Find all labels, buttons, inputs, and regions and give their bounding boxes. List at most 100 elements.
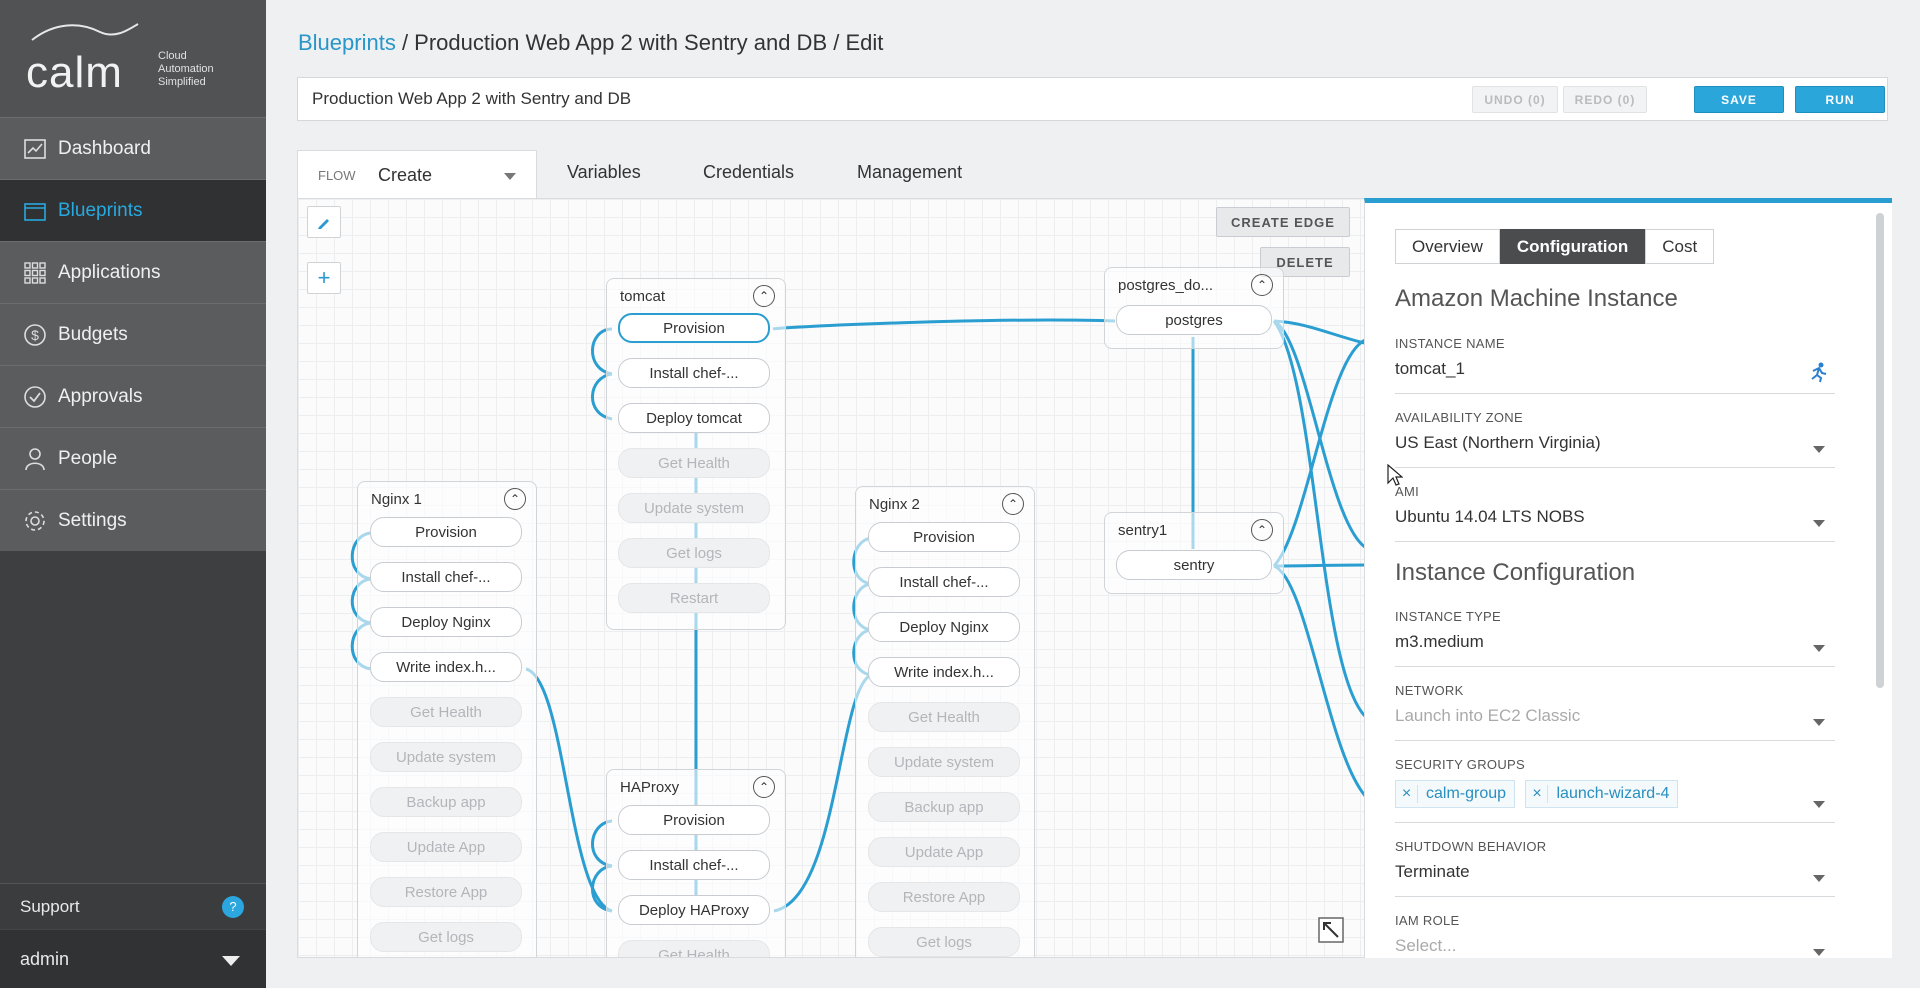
shutdown-behavior-select[interactable]: SHUTDOWN BEHAVIOR Terminate bbox=[1395, 839, 1835, 897]
action-nginx1-install-chef[interactable]: Install chef-... bbox=[370, 562, 522, 592]
action-tomcat-get-logs[interactable]: Get logs bbox=[618, 538, 770, 568]
instance-name-field[interactable]: INSTANCE NAME tomcat_1 bbox=[1395, 336, 1835, 394]
action-nginx2-backup-app[interactable]: Backup app bbox=[868, 792, 1020, 822]
action-haproxy-get-health[interactable]: Get Health bbox=[618, 940, 770, 957]
sidebar-item-blueprints[interactable]: Blueprints bbox=[0, 179, 266, 241]
running-person-icon[interactable] bbox=[1807, 361, 1829, 383]
sidebar-item-people[interactable]: People bbox=[0, 427, 266, 489]
pencil-icon[interactable] bbox=[307, 206, 341, 238]
action-tomcat-update-system[interactable]: Update system bbox=[618, 493, 770, 523]
tab-cost[interactable]: Cost bbox=[1645, 229, 1715, 264]
blueprint-icon bbox=[22, 198, 48, 224]
save-button[interactable]: SAVE bbox=[1694, 86, 1784, 113]
iam-role-select[interactable]: IAM ROLE Select... bbox=[1395, 913, 1835, 958]
undo-button[interactable]: UNDO (0) bbox=[1472, 86, 1558, 113]
flow-select[interactable]: FLOW Create bbox=[297, 150, 537, 199]
security-groups-select[interactable]: SECURITY GROUPS × calm-group × launch-wiza… bbox=[1395, 757, 1835, 823]
breadcrumb-blueprints-link[interactable]: Blueprints bbox=[298, 30, 396, 55]
sidebar-item-label: Settings bbox=[58, 509, 127, 531]
action-nginx2-restore-app[interactable]: Restore App bbox=[868, 882, 1020, 912]
redo-button[interactable]: REDO (0) bbox=[1563, 86, 1647, 113]
remove-icon[interactable]: × bbox=[1526, 785, 1549, 803]
action-nginx1-restore-app[interactable]: Restore App bbox=[370, 877, 522, 907]
run-button[interactable]: RUN bbox=[1795, 86, 1885, 113]
action-tomcat-restart[interactable]: Restart bbox=[618, 583, 770, 613]
blueprint-name-bar: Production Web App 2 with Sentry and DB … bbox=[297, 77, 1888, 121]
action-postgres[interactable]: postgres bbox=[1116, 305, 1272, 335]
action-nginx1-deploy[interactable]: Deploy Nginx bbox=[370, 607, 522, 637]
action-nginx2-install-chef[interactable]: Install chef-... bbox=[868, 567, 1020, 597]
action-nginx2-update-system[interactable]: Update system bbox=[868, 747, 1020, 777]
collapse-icon[interactable]: ⌃ bbox=[753, 285, 775, 307]
field-label: SECURITY GROUPS bbox=[1395, 757, 1525, 772]
svg-text:$: $ bbox=[31, 327, 39, 343]
collapse-icon[interactable]: ⌃ bbox=[753, 776, 775, 798]
collapse-icon[interactable]: ⌃ bbox=[1002, 493, 1024, 515]
action-nginx1-write-index[interactable]: Write index.h... bbox=[370, 652, 522, 682]
action-nginx2-provision[interactable]: Provision bbox=[868, 522, 1020, 552]
network-select[interactable]: NETWORK Launch into EC2 Classic bbox=[1395, 683, 1835, 741]
chart-icon bbox=[22, 136, 48, 162]
action-haproxy-provision[interactable]: Provision bbox=[618, 805, 770, 835]
tab-overview[interactable]: Overview bbox=[1395, 229, 1500, 264]
action-nginx1-update-app[interactable]: Update App bbox=[370, 832, 522, 862]
sidebar-item-applications[interactable]: Applications bbox=[0, 241, 266, 303]
tab-management[interactable]: Management bbox=[857, 162, 962, 183]
action-nginx1-provision[interactable]: Provision bbox=[370, 517, 522, 547]
action-tomcat-install-chef[interactable]: Install chef-... bbox=[618, 358, 770, 388]
create-edge-button[interactable]: CREATE EDGE bbox=[1216, 207, 1350, 237]
calm-wave-icon bbox=[31, 23, 139, 41]
sidebar-item-settings[interactable]: Settings bbox=[0, 489, 266, 551]
service-inspector-panel: Overview Configuration Cost Amazon Machi… bbox=[1364, 198, 1892, 958]
flow-value: Create bbox=[378, 165, 433, 185]
collapse-icon[interactable]: ⌃ bbox=[504, 488, 526, 510]
blueprint-canvas[interactable]: + CREATE EDGE DELETE tomcat ⌃ Provision … bbox=[297, 198, 1367, 958]
section-title: Instance Configuration bbox=[1395, 559, 1636, 586]
action-tomcat-get-health[interactable]: Get Health bbox=[618, 448, 770, 478]
action-haproxy-deploy[interactable]: Deploy HAProxy bbox=[618, 895, 770, 925]
action-sentry[interactable]: sentry bbox=[1116, 550, 1272, 580]
sidebar-item-approvals[interactable]: Approvals bbox=[0, 365, 266, 427]
action-tomcat-deploy[interactable]: Deploy tomcat bbox=[618, 403, 770, 433]
sidebar-item-dashboard[interactable]: Dashboard bbox=[0, 117, 266, 179]
action-haproxy-install-chef[interactable]: Install chef-... bbox=[618, 850, 770, 880]
action-nginx2-deploy[interactable]: Deploy Nginx bbox=[868, 612, 1020, 642]
action-nginx1-get-health[interactable]: Get Health bbox=[370, 697, 522, 727]
availability-zone-value: US East (Northern Virginia) bbox=[1395, 433, 1601, 452]
gear-icon bbox=[22, 508, 48, 534]
sidebar-item-label: Budgets bbox=[58, 323, 128, 345]
tab-credentials[interactable]: Credentials bbox=[703, 162, 794, 183]
expand-icon[interactable] bbox=[1318, 917, 1344, 943]
availability-zone-select[interactable]: AVAILABILITY ZONE US East (Northern Virg… bbox=[1395, 410, 1835, 468]
action-tomcat-provision[interactable]: Provision bbox=[618, 313, 770, 343]
support-link[interactable]: Support ? bbox=[0, 883, 266, 929]
sidebar-item-budgets[interactable]: $ Budgets bbox=[0, 303, 266, 365]
action-nginx1-backup-app[interactable]: Backup app bbox=[370, 787, 522, 817]
user-menu[interactable]: admin bbox=[0, 929, 266, 988]
panel-scrollbar[interactable] bbox=[1876, 213, 1884, 688]
chevron-down-icon bbox=[1813, 446, 1825, 453]
action-nginx2-get-health[interactable]: Get Health bbox=[868, 702, 1020, 732]
security-group-chip[interactable]: × calm-group bbox=[1395, 780, 1516, 808]
action-nginx2-write-index[interactable]: Write index.h... bbox=[868, 657, 1020, 687]
blueprint-name-input[interactable]: Production Web App 2 with Sentry and DB bbox=[312, 89, 631, 109]
collapse-icon[interactable]: ⌃ bbox=[1251, 274, 1273, 296]
action-nginx2-get-logs[interactable]: Get logs bbox=[868, 927, 1020, 957]
tab-configuration[interactable]: Configuration bbox=[1499, 229, 1646, 264]
add-service-button[interactable]: + bbox=[307, 262, 341, 294]
ami-select[interactable]: AMI Ubuntu 14.04 LTS NOBS bbox=[1395, 484, 1835, 542]
logo[interactable]: calm Cloud Automation Simplified bbox=[0, 0, 266, 117]
instance-name-value[interactable]: tomcat_1 bbox=[1395, 359, 1835, 385]
shutdown-behavior-value: Terminate bbox=[1395, 862, 1470, 881]
sidebar-item-label: Applications bbox=[58, 261, 161, 283]
chevron-down-icon bbox=[1813, 719, 1825, 726]
collapse-icon[interactable]: ⌃ bbox=[1251, 519, 1273, 541]
tab-variables[interactable]: Variables bbox=[567, 162, 641, 183]
security-group-chip[interactable]: × launch-wizard-4 bbox=[1525, 780, 1679, 808]
action-nginx1-get-logs[interactable]: Get logs bbox=[370, 922, 522, 952]
iam-role-value: Select... bbox=[1395, 936, 1457, 955]
instance-type-select[interactable]: INSTANCE TYPE m3.medium bbox=[1395, 609, 1835, 667]
action-nginx1-update-system[interactable]: Update system bbox=[370, 742, 522, 772]
remove-icon[interactable]: × bbox=[1396, 785, 1418, 803]
action-nginx2-update-app[interactable]: Update App bbox=[868, 837, 1020, 867]
